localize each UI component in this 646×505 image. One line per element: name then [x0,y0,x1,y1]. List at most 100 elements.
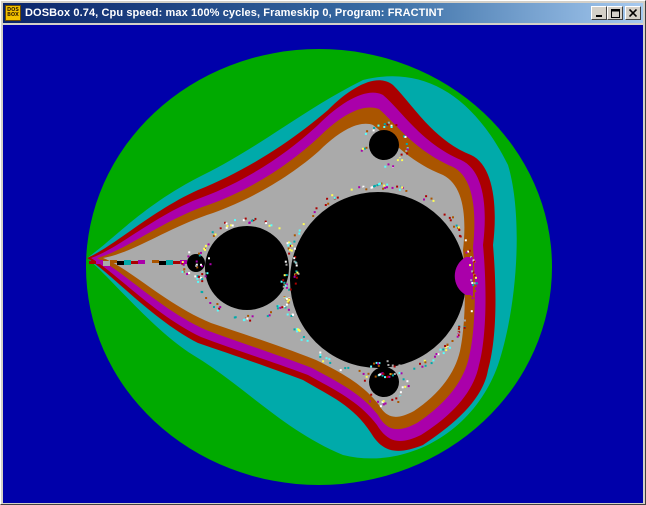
filament-pixel [201,273,204,276]
filament-pixel [396,159,399,162]
filament-pixel [363,187,366,190]
filament-pixel [283,281,286,284]
filament-pixel [399,395,402,398]
filament-pixel [209,263,212,266]
filament-pixel [383,123,386,126]
fractal-bulb-period-4 [187,254,205,272]
filament-pixel [289,248,291,251]
maximize-button[interactable] [607,6,623,20]
filament-pixel [211,231,214,234]
filament-pixel [364,383,367,386]
filament-pixel [377,124,380,127]
filament-pixel [406,380,409,383]
filament-pixel [333,196,336,199]
filament-pixel [295,264,298,267]
filament-pixel [434,355,436,358]
filament-pixel [264,312,267,315]
filament-pixel [219,306,222,309]
filament-pixel [226,225,229,228]
filament-pixel [449,341,452,344]
filament-pixel [206,272,209,275]
filament-pixel [358,369,361,372]
filament-pixel [282,279,285,282]
antenna-segment [96,260,103,264]
filament-pixel [382,187,385,190]
filament-pixel [306,217,309,220]
filament-pixel [286,289,289,292]
filament-pixel [270,224,273,227]
filament-pixel [401,186,404,189]
filament-pixel [443,213,446,216]
filament-pixel [293,247,296,250]
filament-pixel [209,302,212,304]
filament-pixel [391,186,394,189]
filament-pixel [294,282,297,285]
filament-pixel [390,126,393,128]
filament-pixel [286,242,289,245]
filament-pixel [213,306,215,308]
filament-pixel [391,374,394,377]
filament-pixel [200,290,203,293]
filament-pixel [459,235,462,238]
filament-pixel [365,146,368,149]
filament-pixel [305,219,308,222]
filament-pixel [387,405,390,408]
dosbox-icon[interactable]: DOS BOX [5,5,21,21]
filament-pixel [268,314,271,317]
filament-pixel [384,186,387,189]
filament-pixel [378,373,381,376]
filament-pixel [289,288,292,291]
filament-pixel [449,219,452,222]
filament-pixel [366,130,369,133]
filament-pixel [285,303,288,306]
filament-pixel [404,385,407,388]
filament-pixel [287,308,290,311]
filament-pixel [286,313,289,316]
filament-pixel [328,358,331,361]
filament-pixel [207,243,210,246]
filament-pixel [205,297,208,299]
dos-screen[interactable] [3,25,643,503]
filament-pixel [295,276,298,279]
filament-pixel [339,369,342,372]
filament-pixel [400,372,403,375]
filament-pixel [470,310,473,313]
filament-pixel [231,224,234,227]
filament-pixel [203,247,206,250]
antenna-segment [103,261,110,266]
filament-pixel [201,278,204,281]
close-button[interactable] [625,6,641,20]
filament-pixel [455,224,458,227]
filament-pixel [183,268,186,271]
filament-pixel [401,159,404,162]
filament-pixel [473,260,476,263]
filament-pixel [470,257,473,260]
filament-pixel [196,277,199,280]
antenna-segment [159,261,166,265]
filament-pixel [319,354,322,356]
filament-pixel [327,202,330,205]
filament-pixel [216,309,219,312]
filament-pixel [365,375,368,378]
filament-pixel [398,188,401,191]
filament-pixel [283,303,286,306]
filament-pixel [398,364,401,367]
filament-pixel [464,239,467,242]
filament-pixel [322,360,325,363]
filament-pixel [274,230,277,233]
minimize-button[interactable] [591,6,607,20]
filament-pixel [364,132,367,135]
filament-pixel [377,364,380,367]
filament-pixel [319,351,322,354]
filament-pixel [446,344,449,347]
filament-pixel [370,393,373,396]
filament-pixel [383,184,386,187]
filament-pixel [465,251,468,254]
mandelbrot-fractal[interactable] [3,25,643,503]
title-bar[interactable]: DOS BOX DOSBox 0.74, Cpu speed: max 100%… [3,3,643,23]
filament-pixel [402,378,405,381]
antenna-segment [145,261,152,266]
filament-pixel [457,226,460,229]
antenna-segment [131,261,138,264]
filament-pixel [195,264,198,267]
